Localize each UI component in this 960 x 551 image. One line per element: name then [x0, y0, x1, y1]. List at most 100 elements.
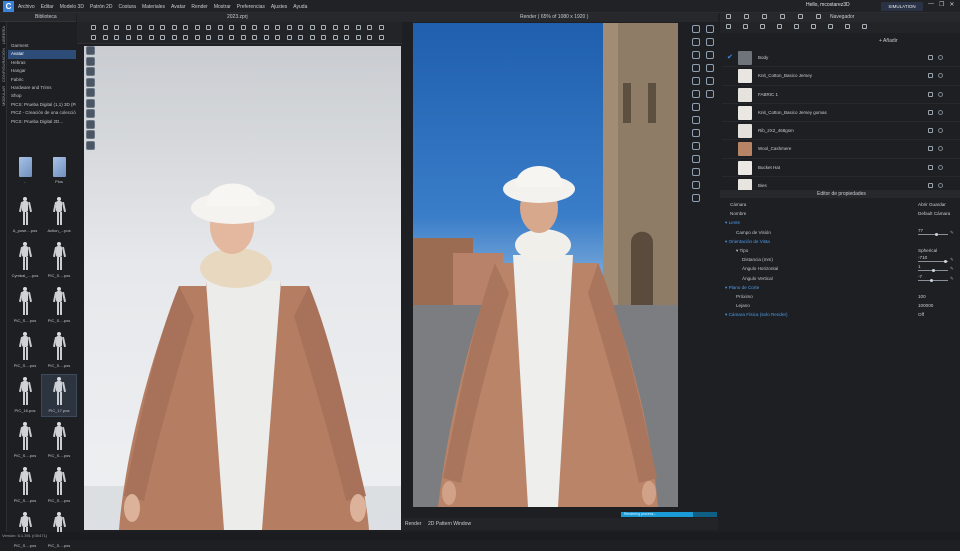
render-tool-icon[interactable] — [706, 77, 714, 85]
menu-item[interactable]: Mostrar — [214, 4, 231, 10]
library-thumbnail[interactable]: PIC_S....pos — [42, 285, 76, 326]
property-slider-knob[interactable] — [930, 278, 933, 282]
toolbar-tool-icon[interactable] — [286, 35, 292, 40]
toolbar-tool-icon[interactable] — [344, 35, 349, 40]
property-slider-track[interactable] — [918, 233, 948, 235]
property-value[interactable]: Abrir Guardar — [918, 200, 946, 209]
apply-icon[interactable] — [928, 73, 933, 79]
toolbar-tool-icon[interactable] — [183, 35, 188, 40]
navigator-tab-icon[interactable] — [780, 14, 785, 19]
object-browser-tool-icon[interactable] — [845, 24, 850, 29]
viewport-mode-icon[interactable] — [86, 130, 95, 139]
library-tree-item[interactable]: Hangar — [8, 67, 76, 75]
render-tool-icon[interactable] — [692, 194, 700, 202]
toolbar-tool-icon[interactable] — [91, 35, 96, 40]
material-row[interactable]: Bucket Hat — [722, 159, 960, 178]
toolbar-tool-icon[interactable] — [229, 35, 234, 40]
tab-render[interactable]: Render — [405, 521, 421, 527]
toolbar-tool-icon[interactable] — [286, 25, 292, 30]
toolbar-tool-icon[interactable] — [240, 35, 246, 40]
library-thumbnail[interactable]: Plus — [42, 150, 76, 191]
render-tool-icon[interactable] — [706, 64, 714, 72]
menu-item[interactable]: Editar — [41, 4, 54, 10]
library-thumbnail[interactable]: PIC_S....pos — [8, 510, 42, 551]
toolbar-tool-icon[interactable] — [206, 35, 211, 40]
apply-icon[interactable] — [928, 183, 933, 189]
toolbar-tool-icon[interactable] — [240, 25, 246, 30]
viewport-mode-icon[interactable] — [86, 77, 95, 87]
apply-icon[interactable] — [928, 91, 933, 97]
apply-icon[interactable] — [928, 109, 933, 115]
toolbar-tool-icon[interactable] — [102, 35, 108, 40]
toolbar-tool-icon[interactable] — [125, 25, 131, 30]
tab-library[interactable]: LIBRERÍA — [1, 26, 6, 44]
library-tree-item[interactable]: Hardware and Trims — [8, 84, 76, 92]
library-thumbnail[interactable]: PIC_S....pos — [42, 510, 76, 551]
viewport-mode-icon[interactable] — [86, 88, 95, 97]
material-row[interactable]: FABRIC 1 — [722, 86, 960, 104]
object-browser-tool-icon[interactable] — [777, 24, 782, 29]
apply-icon[interactable] — [928, 128, 933, 134]
property-value[interactable]: 100000 — [918, 301, 933, 310]
render-tool-icon[interactable] — [692, 103, 700, 111]
property-slider-knob[interactable] — [931, 269, 935, 273]
library-thumbnail[interactable]: PIC_S....pos — [8, 420, 42, 461]
toolbar-tool-icon[interactable] — [171, 35, 177, 40]
object-browser-tool-icon[interactable] — [794, 24, 799, 29]
toolbar-tool-icon[interactable] — [148, 25, 154, 30]
visibility-icon[interactable] — [938, 73, 943, 79]
menu-item[interactable]: Avatar — [171, 4, 185, 10]
visibility-icon[interactable] — [938, 55, 943, 60]
toolbar-tool-icon[interactable] — [344, 25, 349, 30]
visibility-icon[interactable] — [938, 146, 943, 152]
library-thumbnail[interactable]: A_pose....pos — [8, 195, 42, 236]
library-thumbnail[interactable]: Action_...pos — [42, 195, 76, 236]
toolbar-tool-icon[interactable] — [275, 35, 280, 40]
object-browser-tool-icon[interactable] — [726, 24, 731, 29]
edit-icon[interactable]: ✎ — [950, 228, 954, 237]
toolbar-tool-icon[interactable] — [309, 25, 315, 30]
apply-icon[interactable] — [928, 55, 933, 60]
viewport3d-canvas[interactable] — [84, 46, 401, 530]
navigator-tab-icon[interactable] — [726, 14, 731, 19]
toolbar-tool-icon[interactable] — [275, 25, 280, 30]
object-browser-tool-icon[interactable] — [811, 24, 816, 29]
menu-item[interactable]: Patrón 2D — [90, 4, 113, 10]
edit-icon[interactable]: ✎ — [950, 274, 954, 283]
render-tool-icon[interactable] — [692, 142, 700, 150]
library-thumbnail[interactable]: PIC_17.pos — [41, 374, 77, 417]
toolbar-tool-icon[interactable] — [217, 35, 223, 40]
material-row[interactable]: Wool_Cashmere — [722, 140, 960, 159]
tab-2d-pattern-window[interactable]: 2D Pattern Window — [428, 521, 471, 527]
material-row[interactable]: Knit_Cotton_Basico Jersey — [722, 67, 960, 86]
library-thumbnail[interactable]: PIC_S....pos — [42, 420, 76, 461]
property-slider-track[interactable] — [918, 279, 948, 281]
visibility-icon[interactable] — [938, 91, 943, 97]
toolbar-tool-icon[interactable] — [217, 25, 223, 30]
menu-item[interactable]: Costura — [118, 4, 136, 10]
toolbar-tool-icon[interactable] — [137, 35, 142, 40]
toolbar-tool-icon[interactable] — [378, 35, 384, 40]
viewport-mode-icon[interactable] — [86, 140, 95, 150]
toolbar-tool-icon[interactable] — [102, 25, 108, 30]
library-thumbnail[interactable]: .. — [8, 150, 42, 191]
toolbar-tool-icon[interactable] — [206, 25, 211, 30]
toolbar-tool-icon[interactable] — [263, 25, 269, 30]
render-tool-icon[interactable] — [692, 129, 700, 137]
property-slider-knob[interactable] — [943, 260, 947, 264]
toolbar-tool-icon[interactable] — [298, 35, 303, 40]
toolbar-tool-icon[interactable] — [114, 25, 119, 30]
menu-item[interactable]: Render — [191, 4, 207, 10]
toolbar-tool-icon[interactable] — [367, 35, 372, 40]
navigator-tab-icon[interactable] — [816, 14, 821, 19]
library-thumbnail[interactable]: PIC_S....pos — [42, 465, 76, 506]
simulation-button[interactable]: SIMULATION — [881, 2, 923, 11]
render-tool-icon[interactable] — [692, 25, 700, 33]
edit-icon[interactable]: ✎ — [950, 255, 954, 264]
apply-icon[interactable] — [928, 146, 933, 152]
toolbar-tool-icon[interactable] — [194, 35, 200, 40]
navigator-tab-icon[interactable] — [744, 14, 749, 19]
toolbar-tool-icon[interactable] — [332, 35, 338, 40]
apply-icon[interactable] — [928, 164, 933, 170]
library-tree-item[interactable]: Hebras — [8, 59, 76, 67]
